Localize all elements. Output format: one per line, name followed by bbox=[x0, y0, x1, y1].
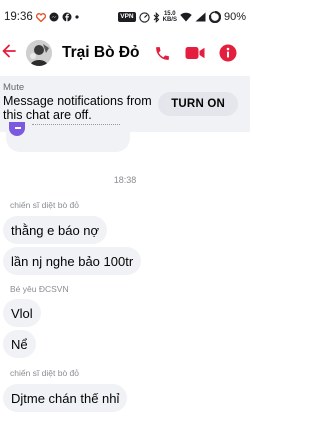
bluetooth-icon bbox=[153, 11, 160, 23]
battery-percent: 90% bbox=[223, 11, 246, 23]
wifi-icon bbox=[180, 12, 192, 22]
phone-icon[interactable] bbox=[152, 43, 172, 63]
sender-name: chiến sĩ diệt bò đỏ bbox=[10, 368, 79, 378]
partial-message-bubble[interactable] bbox=[6, 122, 130, 152]
mute-message: Message notifications from this chat are… bbox=[3, 94, 152, 122]
vpn-icon: VPN bbox=[118, 12, 136, 22]
speed-icon bbox=[138, 11, 150, 23]
status-right: VPN 15.0 KB/S 90% bbox=[118, 11, 246, 23]
message-bubble[interactable]: Djtme chán thế nhỉ bbox=[3, 384, 128, 412]
heart-icon bbox=[35, 12, 46, 22]
avatar[interactable] bbox=[26, 40, 52, 66]
chat-header: Trại Bò Đỏ bbox=[0, 34, 250, 72]
info-icon[interactable] bbox=[218, 43, 238, 63]
message-bubble[interactable]: Nể bbox=[3, 330, 36, 358]
message-timestamp: 18:38 bbox=[113, 175, 137, 185]
status-left: 19:36 bbox=[4, 11, 79, 23]
attachment-icon bbox=[9, 122, 25, 136]
video-camera-icon[interactable] bbox=[185, 43, 205, 63]
battery-icon bbox=[208, 11, 221, 23]
status-time: 19:36 bbox=[4, 11, 33, 23]
turn-on-button[interactable]: TURN ON bbox=[158, 92, 238, 116]
messenger-icon bbox=[49, 12, 59, 22]
status-bar: 19:36 VPN 15.0 KB/S 90% bbox=[0, 0, 250, 34]
sender-name: chiến sĩ diệt bò đỏ bbox=[10, 200, 79, 210]
message-bubble[interactable]: thằng e báo nợ bbox=[3, 216, 108, 244]
signal-icon bbox=[195, 12, 206, 22]
sender-name: Bé yêu ĐCSVN bbox=[10, 284, 69, 294]
message-bubble[interactable]: Vlol bbox=[3, 299, 41, 327]
network-speed: 15.0 KB/S bbox=[163, 11, 177, 23]
speed-unit: KB/S bbox=[162, 17, 177, 23]
back-button[interactable] bbox=[0, 34, 22, 72]
dot-icon bbox=[75, 15, 79, 19]
back-arrow-icon bbox=[2, 44, 16, 63]
facebook-icon bbox=[62, 12, 72, 22]
message-bubble[interactable]: lần nj nghe bảo 100tr bbox=[3, 247, 142, 275]
partial-message-text bbox=[32, 124, 120, 128]
header-actions bbox=[152, 43, 250, 63]
chat-thread: 18:38 chiến sĩ diệt bò đỏ thằng e báo nợ… bbox=[0, 122, 250, 422]
contact-name[interactable]: Trại Bò Đỏ bbox=[62, 44, 140, 62]
